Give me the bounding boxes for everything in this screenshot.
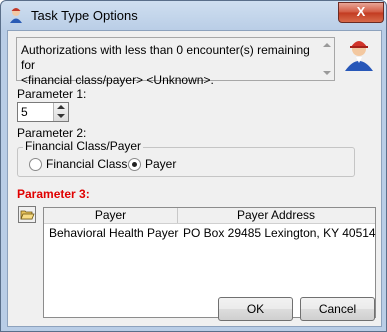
parameter1-label: Parameter 1:: [17, 87, 87, 101]
description-box: Authorizations with less than 0 encounte…: [16, 37, 335, 87]
parameter1-value[interactable]: 5: [21, 105, 28, 119]
parameter3-label: Parameter 3:: [17, 187, 90, 201]
radio-payer[interactable]: Payer: [128, 157, 188, 171]
ok-button[interactable]: OK: [218, 297, 293, 321]
user-avatar-icon: [345, 41, 373, 71]
open-folder-icon[interactable]: [18, 206, 36, 223]
radio-payer-label: Payer: [145, 157, 177, 171]
column-header-payer-address[interactable]: Payer Address: [178, 208, 374, 223]
title-bar[interactable]: Task Type Options X: [1, 1, 386, 31]
dialog-body: Authorizations with less than 0 encounte…: [7, 30, 382, 327]
cell-payer[interactable]: Behavioral Health Payer: [49, 225, 178, 241]
table-row[interactable]: Behavioral Health Payer PO Box 29485 Lex…: [44, 225, 376, 241]
cancel-button[interactable]: Cancel: [300, 297, 375, 321]
column-header-payer[interactable]: Payer: [44, 208, 178, 223]
spinner-down-icon[interactable]: [54, 112, 68, 121]
radio-financial-class[interactable]: Financial Class: [29, 157, 139, 171]
task-type-options-window: Task Type Options X Authorizations with …: [0, 0, 387, 332]
scroll-up-icon[interactable]: [323, 43, 331, 47]
spinner-up-icon[interactable]: [54, 103, 68, 112]
user-icon: [10, 8, 22, 23]
window-title: Task Type Options: [31, 8, 138, 23]
cell-payer-address[interactable]: PO Box 29485 Lexington, KY 40514: [183, 225, 376, 241]
group-title: Financial Class/Payer: [23, 139, 144, 153]
radio-financial-class-label: Financial Class: [46, 157, 128, 171]
grid-header: Payer Payer Address: [44, 208, 375, 224]
radio-unselected-icon[interactable]: [29, 158, 42, 171]
parameter1-spinner[interactable]: 5: [17, 102, 69, 122]
scroll-down-icon[interactable]: [323, 71, 331, 75]
description-text: Authorizations with less than 0 encounte…: [21, 43, 310, 87]
radio-selected-icon[interactable]: [128, 158, 141, 171]
description-scrollbar[interactable]: [320, 38, 334, 80]
financial-class-payer-group: Financial Class/Payer Financial Class Pa…: [17, 139, 355, 177]
parameter2-label: Parameter 2:: [17, 126, 87, 140]
close-button[interactable]: X: [338, 2, 384, 23]
close-icon: X: [356, 4, 366, 19]
spinner-buttons[interactable]: [53, 103, 68, 121]
